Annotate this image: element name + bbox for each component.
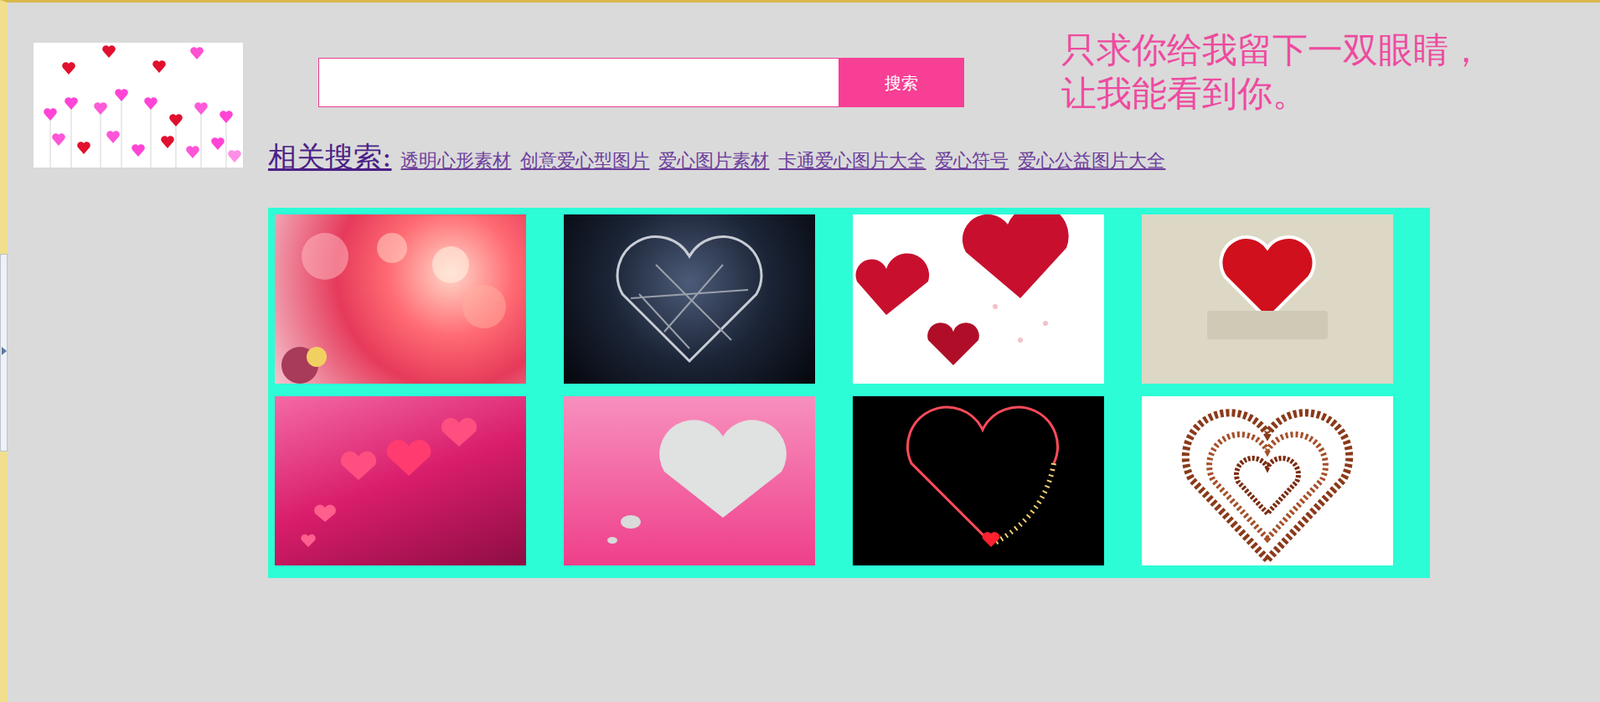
related-link[interactable]: 透明心形素材 [400,146,511,175]
image-gallery [268,207,1430,579]
side-handle[interactable] [0,253,8,452]
related-link[interactable]: 爱心符号 [934,146,1009,175]
related-link[interactable]: 爱心公益图片大全 [1017,146,1166,175]
result-image[interactable] [852,396,1105,566]
result-image[interactable] [274,214,527,384]
related-searches: 相关搜索: 透明心形素材创意爱心型图片爱心图片素材卡通爱心图片大全爱心符号爱心公益… [268,135,1484,179]
search-button[interactable]: 搜索 [838,57,965,108]
result-image[interactable] [563,214,816,384]
result-image[interactable] [852,214,1105,384]
main-column: 搜索 只求你给我留下一双眼睛，让我能看到你。 相关搜索: 透明心形素材创意爱心型图… [268,28,1484,579]
result-image[interactable] [1141,396,1394,566]
result-image[interactable] [563,396,816,566]
related-link[interactable]: 卡通爱心图片大全 [778,146,926,175]
result-image[interactable] [274,396,527,566]
expand-arrow-icon[interactable] [1,346,7,356]
logo-image [33,42,243,168]
related-link[interactable]: 爱心图片素材 [658,146,770,175]
page: 搜索 只求你给我留下一双眼睛，让我能看到你。 相关搜索: 透明心形素材创意爱心型图… [0,0,1600,702]
related-link[interactable]: 创意爱心型图片 [520,146,650,175]
result-image[interactable] [1141,214,1394,384]
header: 搜索 只求你给我留下一双眼睛，让我能看到你。 [268,28,1484,116]
slogan-line: 只求你给我留下一双眼睛， [1061,28,1484,73]
slogan: 只求你给我留下一双眼睛，让我能看到你。 [1061,28,1484,116]
related-label[interactable]: 相关搜索: [268,135,392,179]
slogan-line: 让我能看到你。 [1061,72,1484,116]
search-bar: 搜索 [318,57,965,108]
search-input[interactable] [318,57,839,108]
